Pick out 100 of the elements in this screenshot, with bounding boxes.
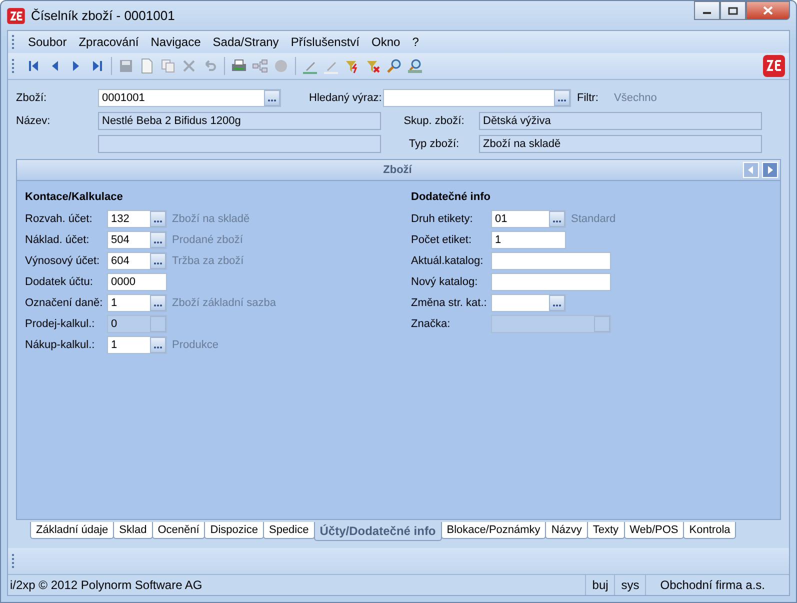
- panel-title: Zboží: [382, 164, 413, 176]
- minimize-button[interactable]: [694, 1, 720, 20]
- browse-button[interactable]: [150, 337, 166, 353]
- filter-value: Všechno: [614, 92, 657, 104]
- name-field: Nestlé Beba 2 Bifidus 1200g: [98, 112, 381, 130]
- browse-button[interactable]: [150, 211, 166, 227]
- field-label: Označení daně:: [25, 297, 104, 309]
- field-label: Změna str. kat.:: [411, 297, 488, 309]
- app-logo-icon: [763, 55, 785, 77]
- menu-item[interactable]: Soubor: [22, 35, 73, 49]
- user-status: buj: [585, 575, 614, 595]
- search-list-icon[interactable]: [407, 58, 423, 74]
- tab[interactable]: Názvy: [545, 522, 588, 539]
- field-label: Dodatek účtu:: [25, 276, 94, 288]
- tab[interactable]: Web/POS: [624, 522, 684, 539]
- field-label: Rozvah. účet:: [25, 213, 94, 225]
- field-label: Název:: [16, 115, 52, 127]
- tab[interactable]: Dispozice: [204, 522, 264, 539]
- browse-button[interactable]: [554, 90, 570, 106]
- ellipsis-icon: [154, 241, 162, 244]
- lightning-filter-icon[interactable]: [344, 58, 360, 74]
- field-label: Aktuál.katalog:: [411, 255, 484, 267]
- ellipsis-icon: [154, 220, 162, 223]
- lookup-field[interactable]: 504: [107, 231, 167, 249]
- browse-button[interactable]: [549, 211, 565, 227]
- text-field[interactable]: [491, 252, 611, 270]
- search-field[interactable]: [383, 89, 571, 107]
- field-label: Druh etikety:: [411, 213, 474, 225]
- browse-button[interactable]: [150, 295, 166, 311]
- tab[interactable]: Ocenění: [152, 522, 206, 539]
- tab[interactable]: Účty/Dodatečné info: [314, 522, 442, 541]
- ellipsis-icon: [154, 304, 162, 307]
- save-icon[interactable]: [118, 58, 134, 74]
- system-status: sys: [614, 575, 646, 595]
- ellipsis-icon: [558, 99, 566, 102]
- field-label: Typ zboží:: [408, 138, 460, 150]
- browse-button[interactable]: [549, 295, 565, 311]
- left-arrow-icon: [747, 166, 755, 174]
- menu-item[interactable]: Zpracování: [72, 35, 145, 49]
- close-button[interactable]: [746, 1, 790, 20]
- right-arrow-icon: [766, 166, 774, 174]
- close-icon: [763, 6, 773, 15]
- text-field[interactable]: 0000: [107, 273, 167, 291]
- tab[interactable]: Spedice: [262, 522, 315, 539]
- product-code-field[interactable]: 0001001: [98, 89, 281, 107]
- field-label: Skup. zboží:: [402, 115, 466, 127]
- field-description: Zboží základní sazba: [172, 297, 276, 309]
- lookup-field[interactable]: 604: [107, 252, 167, 270]
- lookup-field[interactable]: [491, 294, 566, 312]
- copy-icon[interactable]: [160, 58, 176, 74]
- section-heading: Dodatečné info: [411, 191, 492, 205]
- text-field[interactable]: [491, 273, 611, 291]
- tab[interactable]: Základní údaje: [30, 522, 114, 539]
- app-logo-icon: [7, 8, 25, 24]
- tab[interactable]: Kontrola: [683, 522, 736, 539]
- field-label: Značka:: [411, 318, 452, 330]
- tree-icon[interactable]: [252, 58, 268, 74]
- browse-button[interactable]: [150, 253, 166, 269]
- field-label: Hledaný výraz:: [309, 92, 383, 104]
- filter-cross-icon[interactable]: [365, 58, 381, 74]
- ellipsis-icon: [553, 220, 561, 223]
- field-description: Tržba za zboží: [172, 255, 244, 267]
- search-icon[interactable]: [386, 58, 402, 74]
- printer-icon[interactable]: [231, 58, 247, 74]
- next-page-button[interactable]: [762, 162, 778, 178]
- menu-item[interactable]: Příslušenství: [284, 35, 366, 49]
- browse-button[interactable]: [264, 90, 280, 106]
- lookup-field[interactable]: 1: [107, 336, 167, 354]
- browse-button[interactable]: [150, 232, 166, 248]
- field-description: Produkce: [172, 339, 218, 351]
- menu-item[interactable]: ?: [406, 35, 425, 49]
- maximize-button[interactable]: [720, 1, 746, 20]
- field-label: Zboží:: [16, 92, 48, 104]
- menu-item[interactable]: Navigace: [144, 35, 207, 49]
- lookup-field[interactable]: 1: [107, 294, 167, 312]
- group-field: Dětská výživa: [479, 112, 762, 130]
- field-label: Počet etiket:: [411, 234, 473, 246]
- tab[interactable]: Blokace/Poznámky: [440, 522, 546, 539]
- ellipsis-icon: [268, 99, 276, 102]
- lookup-field[interactable]: 01: [491, 210, 566, 228]
- field-label: Náklad. účet:: [25, 234, 90, 246]
- window-title: Číselník zboží - 0001001: [31, 8, 176, 23]
- field-label: Prodej-kalkul.:: [25, 318, 96, 330]
- field-label: Nový katalog:: [411, 276, 479, 288]
- ellipsis-icon: [154, 262, 162, 265]
- field-description: Zboží na skladě: [172, 213, 250, 225]
- menu-item[interactable]: Okno: [366, 35, 406, 49]
- ellipsis-icon: [553, 304, 561, 307]
- field-description: Standard: [571, 213, 616, 225]
- section-heading: Kontace/Kalkulace: [25, 191, 124, 205]
- restore-icon: [728, 6, 738, 14]
- type-field: Zboží na skladě: [479, 135, 762, 153]
- page-icon[interactable]: [139, 58, 155, 74]
- tab[interactable]: Sklad: [113, 522, 153, 539]
- tab[interactable]: Texty: [586, 522, 625, 539]
- copyright-text: i/2xp © 2012 Polynorm Software AG: [9, 577, 204, 594]
- menu-item[interactable]: Sada/Strany: [206, 35, 285, 49]
- lookup-field[interactable]: 132: [107, 210, 167, 228]
- field-label: Nákup-kalkul.:: [25, 339, 96, 351]
- text-field[interactable]: 1: [491, 231, 566, 249]
